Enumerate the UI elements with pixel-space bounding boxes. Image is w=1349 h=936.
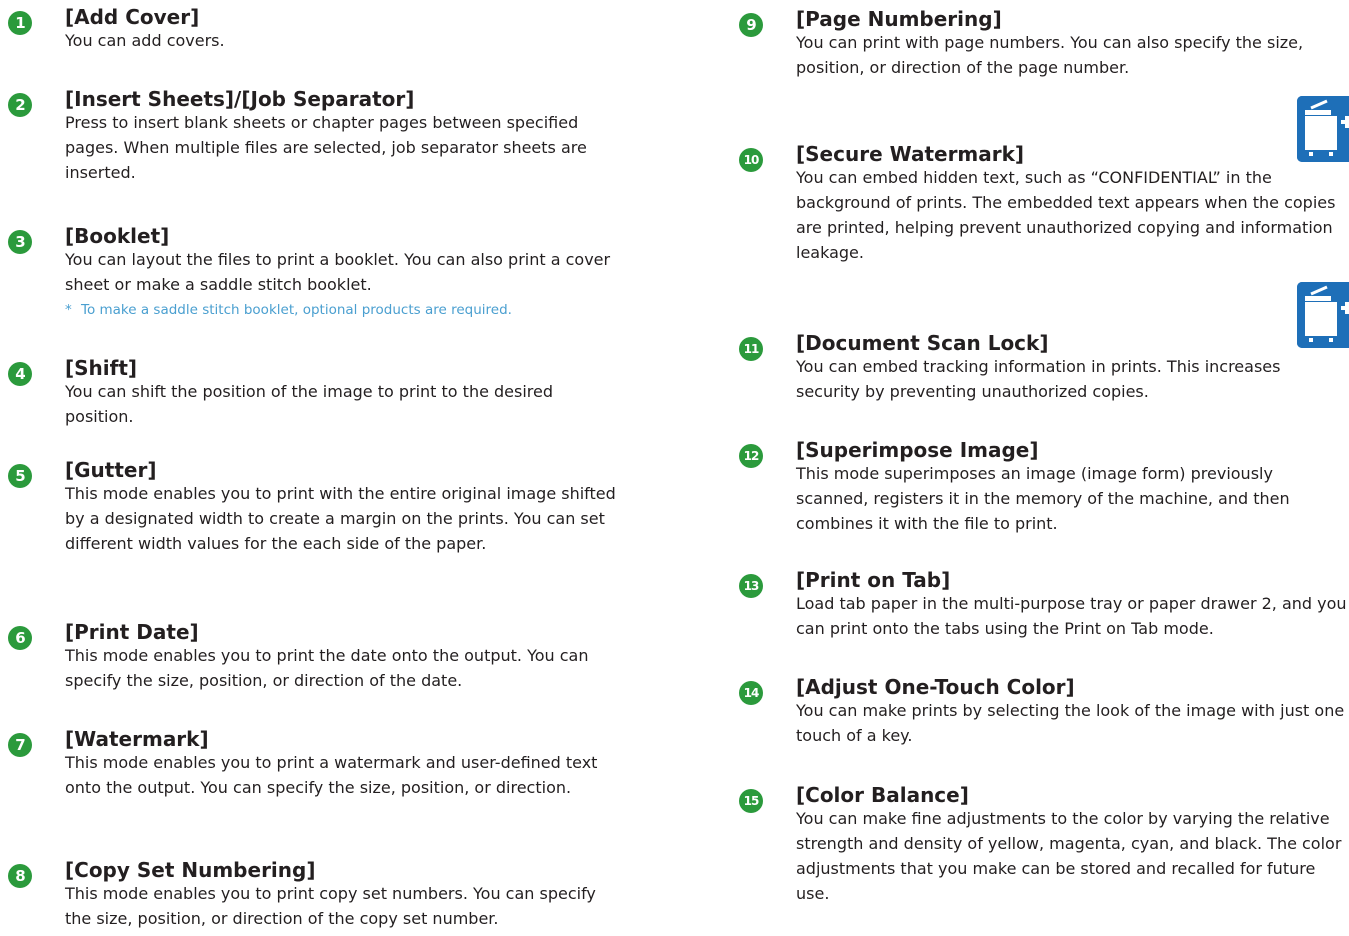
item-number-badge: 7 xyxy=(8,733,32,757)
option-device-icon-graphic xyxy=(1297,96,1349,162)
item-title: [Document Scan Lock] xyxy=(796,331,1049,355)
item-number-badge: 6 xyxy=(8,626,32,650)
item-title: [Shift] xyxy=(65,356,138,380)
item-number-badge: 10 xyxy=(739,148,763,172)
item-number-badge: 14 xyxy=(739,681,763,705)
footnote-mark: * xyxy=(65,302,72,318)
item-number-badge: 12 xyxy=(739,444,763,468)
item-description: This mode enables you to print copy set … xyxy=(65,884,596,928)
item-description: This mode superimposes an image (image f… xyxy=(796,464,1290,533)
item-description: You can embed tracking information in pr… xyxy=(796,357,1281,401)
item-number-badge: 2 xyxy=(8,93,32,117)
item-description: You can add covers. xyxy=(65,31,225,50)
item-title: [Watermark] xyxy=(65,727,209,751)
item-number-badge: 4 xyxy=(8,362,32,386)
item-description: You can print with page numbers. You can… xyxy=(796,33,1304,77)
option-device-icon xyxy=(1297,96,1349,162)
item-description: This mode enables you to print with the … xyxy=(65,484,616,553)
option-device-icon-graphic xyxy=(1297,282,1349,348)
item-description: You can embed hidden text, such as “CONF… xyxy=(796,168,1336,262)
option-device-icon xyxy=(1297,282,1349,348)
item-number-badge: 3 xyxy=(8,230,32,254)
item-number-badge: 13 xyxy=(739,574,763,598)
item-title: [Booklet] xyxy=(65,224,170,248)
item-description: This mode enables you to print the date … xyxy=(65,646,589,690)
item-title: [Gutter] xyxy=(65,458,157,482)
item-number-badge: 15 xyxy=(739,789,763,813)
item-description: You can make prints by selecting the loo… xyxy=(796,701,1345,745)
item-title: [Copy Set Numbering] xyxy=(65,858,316,882)
item-description: Press to insert blank sheets or chapter … xyxy=(65,113,587,182)
item-title: [Add Cover] xyxy=(65,5,200,29)
item-number-badge: 11 xyxy=(739,337,763,361)
item-title: [Adjust One-Touch Color] xyxy=(796,675,1075,699)
item-number-badge: 5 xyxy=(8,464,32,488)
item-description: Load tab paper in the multi-purpose tray… xyxy=(796,594,1347,638)
item-number-badge: 1 xyxy=(8,11,32,35)
item-description: You can make fine adjustments to the col… xyxy=(796,809,1342,903)
footnote: * To make a saddle stitch booklet, option… xyxy=(65,300,512,320)
item-description: This mode enables you to print a waterma… xyxy=(65,753,598,797)
item-title: [Superimpose Image] xyxy=(796,438,1039,462)
item-description: You can layout the files to print a book… xyxy=(65,250,611,294)
item-title: [Print on Tab] xyxy=(796,568,951,592)
item-title: [Color Balance] xyxy=(796,783,969,807)
item-title: [Print Date] xyxy=(65,620,199,644)
item-description: You can shift the position of the image … xyxy=(65,382,554,426)
item-number-badge: 8 xyxy=(8,864,32,888)
item-number-badge: 9 xyxy=(739,13,763,37)
item-title: [Insert Sheets]/[Job Separator] xyxy=(65,87,415,111)
item-title: [Secure Watermark] xyxy=(796,142,1025,166)
item-title: [Page Numbering] xyxy=(796,7,1002,31)
footnote-text: To make a saddle stitch booklet, optiona… xyxy=(81,302,512,318)
